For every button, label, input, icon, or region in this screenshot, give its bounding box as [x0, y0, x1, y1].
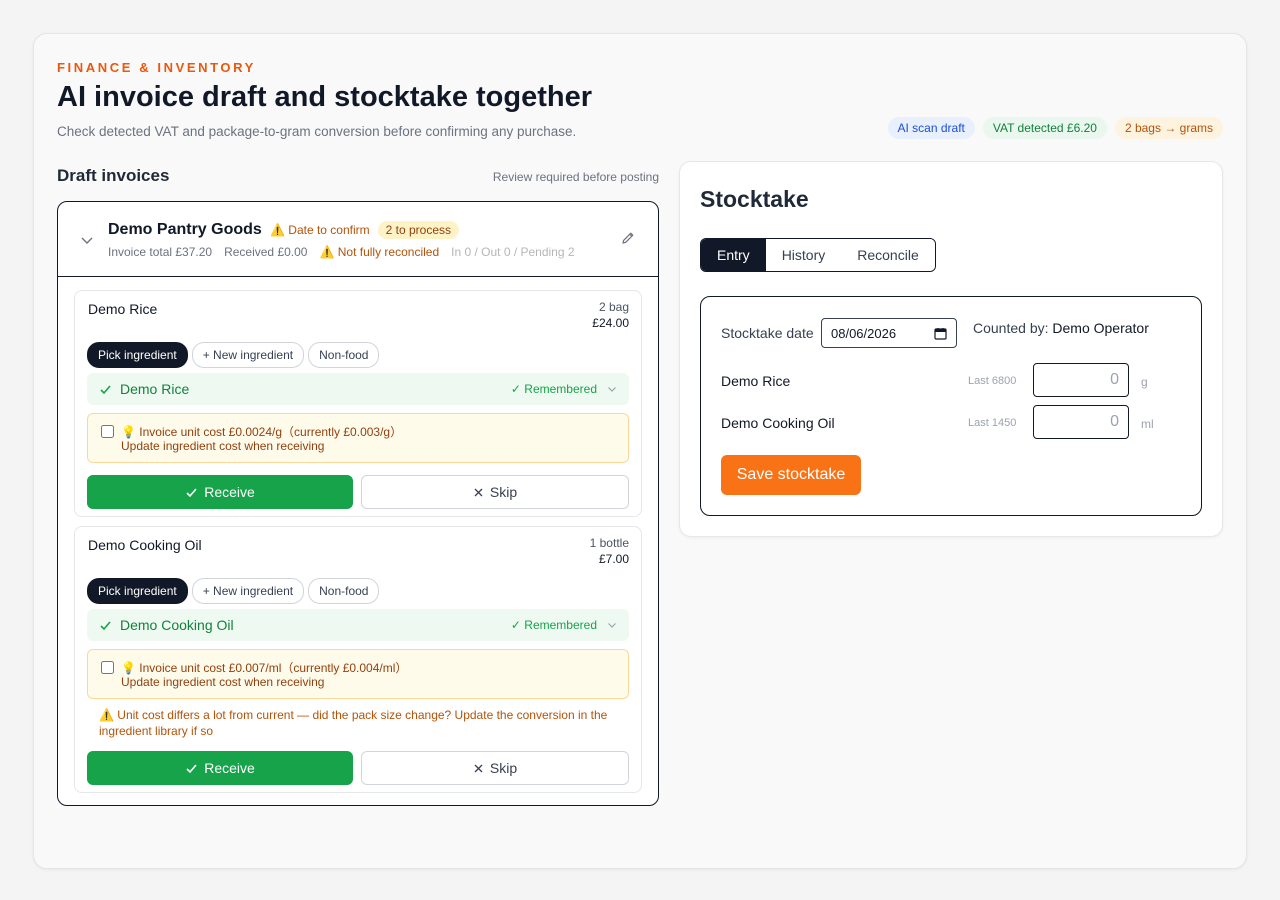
new-ingredient-chip[interactable]: + New ingredient: [191, 578, 305, 604]
stocktake-date-input[interactable]: 08/06/2026: [821, 318, 957, 348]
stock-unit: g: [1141, 375, 1148, 389]
match-options: Pick ingredient + New ingredient Non-foo…: [87, 342, 380, 368]
counted-by-value: Demo Operator: [1052, 320, 1149, 336]
to-process-badge: 2 to process: [377, 221, 460, 239]
invoice-received: Received £0.00: [224, 245, 308, 259]
stock-item-name: Demo Cooking Oil: [721, 415, 835, 431]
invoice-flags: ⚠️ Date to confirm 2 to process: [270, 221, 460, 239]
skip-label: Skip: [489, 760, 518, 776]
conversion-badge: 2 bags → grams: [1114, 117, 1223, 139]
ai-scan-badge: AI scan draft: [887, 117, 975, 139]
receive-button[interactable]: Receive: [87, 751, 353, 785]
item-name: Demo Cooking Oil: [88, 537, 202, 553]
stock-item-last: Last 1450: [968, 417, 1017, 429]
cost-update-tip: 💡 Invoice unit cost £0.007/ml（currently …: [87, 649, 629, 699]
stock-item-last: Last 6800: [968, 375, 1017, 387]
stocktake-date-label: Stocktake date: [721, 325, 814, 341]
new-ingredient-chip[interactable]: + New ingredient: [191, 342, 305, 368]
save-stocktake-button[interactable]: Save stocktake: [721, 455, 861, 495]
invoice-line-item: Demo Rice 2 bag £24.00 Pick ingredient +…: [74, 290, 642, 517]
update-cost-label: Update ingredient cost when receiving: [121, 675, 325, 689]
item-qty: 2 bag: [598, 300, 629, 314]
stocktake-title: Stocktake: [700, 186, 809, 212]
section-kicker: FINANCE & INVENTORY: [57, 60, 256, 75]
matched-ingredient-name: Demo Cooking Oil: [120, 617, 234, 633]
drafts-title: Draft invoices: [57, 166, 170, 185]
chevron-down-icon: [608, 387, 616, 392]
close-icon: [474, 488, 483, 496]
invoice-total: Invoice total £37.20: [108, 245, 213, 259]
item-price: £24.00: [592, 316, 629, 330]
pick-ingredient-chip[interactable]: Pick ingredient: [87, 342, 188, 368]
invoice-meta: Invoice total £37.20 Received £0.00 ⚠️ N…: [108, 245, 575, 259]
invoice-card: Demo Pantry Goods ⚠️ Date to confirm 2 t…: [57, 201, 659, 806]
update-cost-label: Update ingredient cost when receiving: [121, 439, 325, 453]
page-title: AI invoice draft and stocktake together: [57, 81, 593, 113]
item-qty: 1 bottle: [589, 536, 629, 550]
update-cost-checkbox[interactable]: [101, 425, 114, 438]
counted-by: Counted by: Demo Operator: [973, 320, 1149, 336]
update-cost-checkbox[interactable]: [101, 661, 114, 674]
receive-label: Receive: [204, 484, 255, 500]
skip-button[interactable]: Skip: [361, 751, 629, 785]
stocktake-tabs: Entry History Reconcile: [700, 238, 936, 272]
receive-label: Receive: [204, 760, 255, 776]
stock-count-input[interactable]: 0: [1033, 405, 1129, 439]
pencil-icon[interactable]: [620, 230, 636, 251]
unit-cost-text: 💡 Invoice unit cost £0.007/ml（currently …: [121, 661, 408, 675]
cost-update-tip: 💡 Invoice unit cost £0.0024/g（currently …: [87, 413, 629, 463]
item-qty-price: 1 bottle £7.00: [590, 535, 629, 567]
drafts-header: Draft invoices Review required before po…: [57, 166, 659, 186]
remembered-label: ✓ Remembered: [510, 618, 597, 632]
matched-ingredient-select[interactable]: Demo Rice ✓ Remembered: [87, 373, 629, 405]
stocktake-entry-form: Stocktake date 08/06/2026 Counted by: De…: [700, 296, 1202, 516]
check-icon: [186, 487, 197, 497]
stock-unit: ml: [1141, 417, 1154, 431]
pack-size-warning: ⚠️ Unit cost differs a lot from current …: [99, 708, 608, 738]
date-warning: ⚠️ Date to confirm: [270, 223, 370, 237]
check-icon: [100, 384, 111, 394]
skip-label: Skip: [489, 484, 518, 500]
matched-ingredient-name: Demo Rice: [120, 381, 190, 397]
invoice-counts: In 0 / Out 0 / Pending 2: [451, 245, 575, 259]
item-qty-price: 2 bag £24.00: [592, 299, 629, 331]
status-pills: AI scan draft VAT detected £6.20 2 bags …: [887, 117, 1223, 139]
receive-button[interactable]: Receive: [87, 475, 353, 509]
invoice-line-item: Demo Cooking Oil 1 bottle £7.00 Pick ing…: [74, 526, 642, 793]
calendar-icon[interactable]: [934, 327, 947, 340]
non-food-chip[interactable]: Non-food: [308, 578, 380, 604]
tab-entry[interactable]: Entry: [701, 239, 766, 271]
vat-badge: VAT detected £6.20: [982, 117, 1107, 139]
stocktake-date-value: 08/06/2026: [831, 325, 897, 341]
chevron-down-icon[interactable]: [80, 233, 94, 252]
reconcile-warning: ⚠️ Not fully reconciled: [319, 245, 440, 259]
unit-cost-text: 💡 Invoice unit cost £0.0024/g（currently …: [121, 425, 403, 439]
check-icon: [100, 620, 111, 630]
skip-button[interactable]: Skip: [361, 475, 629, 509]
drafts-note: Review required before posting: [492, 170, 659, 184]
close-icon: [474, 764, 483, 772]
invoice-header[interactable]: Demo Pantry Goods ⚠️ Date to confirm 2 t…: [58, 202, 658, 277]
stock-item-name: Demo Rice: [721, 373, 791, 389]
counted-by-label: Counted by:: [973, 320, 1049, 336]
tab-history[interactable]: History: [765, 239, 842, 271]
check-icon: [186, 763, 197, 773]
item-name: Demo Rice: [88, 301, 158, 317]
non-food-chip[interactable]: Non-food: [308, 342, 380, 368]
stocktake-panel: Stocktake Entry History Reconcile Stockt…: [679, 161, 1223, 537]
stock-count-input[interactable]: 0: [1033, 363, 1129, 397]
page-subtitle: Check detected VAT and package-to-gram c…: [57, 124, 577, 139]
tab-reconcile[interactable]: Reconcile: [841, 239, 935, 271]
pick-ingredient-chip[interactable]: Pick ingredient: [87, 578, 188, 604]
item-price: £7.00: [598, 552, 629, 566]
remembered-label: ✓ Remembered: [510, 382, 597, 396]
match-options: Pick ingredient + New ingredient Non-foo…: [87, 578, 380, 604]
chevron-down-icon: [608, 623, 616, 628]
supplier-name: Demo Pantry Goods: [108, 221, 262, 238]
matched-ingredient-select[interactable]: Demo Cooking Oil ✓ Remembered: [87, 609, 629, 641]
